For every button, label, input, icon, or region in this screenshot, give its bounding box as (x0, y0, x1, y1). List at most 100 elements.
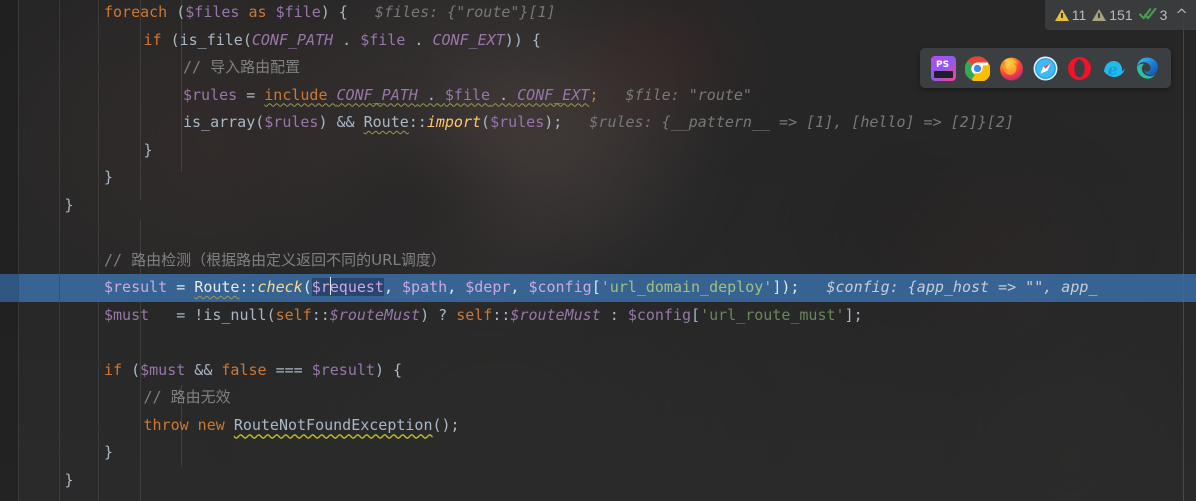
code-token: $file (360, 30, 406, 49)
svg-text:PS: PS (936, 60, 949, 70)
code-line[interactable]: throw new RouteNotFoundException(); (144, 412, 1196, 440)
code-token: $files (185, 3, 240, 21)
code-token: $config: {app_host => "", app_ (799, 278, 1098, 296)
code-token: )) { (504, 30, 541, 49)
code-token: // (143, 388, 171, 406)
code-token: . (405, 30, 433, 49)
code-token: ); (544, 113, 563, 131)
code-token: ) { (320, 3, 348, 21)
code-token: if (143, 30, 162, 49)
code-token: } (64, 195, 74, 214)
code-token: Route (363, 113, 409, 131)
code-token: $files: {"route"}[1] (347, 3, 556, 21)
code-token: ) && (318, 113, 364, 131)
code-line[interactable]: if ($must && false === $result) { (104, 357, 1196, 385)
inspection-widget[interactable]: 11 151 3 ^ (1044, 0, 1196, 30)
code-token: . (417, 85, 445, 104)
code-token: $routeMust (329, 305, 421, 324)
code-token: 'url_route_must' (700, 305, 845, 324)
code-token: ( (161, 30, 180, 49)
code-token: 导入路由配置 (210, 58, 301, 76)
code-line[interactable]: is_array($rules) && Route::import($rules… (183, 109, 1196, 137)
code-token: ( (302, 278, 312, 296)
code-token: RouteNotFoundException (233, 415, 433, 434)
chevron-up-icon[interactable]: ^ (1175, 7, 1188, 23)
green-double-check-icon (1138, 7, 1157, 24)
code-token: : (600, 305, 628, 324)
edge-icon[interactable] (1135, 56, 1160, 81)
code-token: $rules (183, 85, 238, 104)
code-token: && (185, 360, 222, 379)
code-token: self (275, 305, 312, 324)
code-token: throw new (143, 415, 234, 434)
code-line[interactable]: } (65, 192, 1196, 220)
code-line[interactable]: } (144, 137, 1196, 165)
ok-indicator[interactable]: 3 (1138, 7, 1167, 24)
code-token: $file (444, 85, 491, 104)
code-token: $depr (465, 278, 511, 296)
code-line[interactable]: foreach ($files as $file) { $files: {"ro… (104, 0, 1196, 27)
code-token: } (64, 470, 74, 489)
code-token: :: (492, 305, 511, 324)
code-token: is_array (183, 113, 256, 131)
code-token: ( (167, 3, 186, 21)
code-token: $file (275, 3, 321, 21)
weak-warning-triangle-icon (1092, 9, 1107, 21)
code-token: = (167, 278, 195, 296)
code-token: === (266, 360, 312, 379)
safari-icon[interactable] (1033, 56, 1058, 81)
code-token: $file: "route" (598, 85, 752, 104)
code-token: [ (691, 305, 701, 324)
weak-warnings-count: 151 (1109, 7, 1133, 23)
code-token: . (490, 85, 518, 104)
code-line[interactable]: $must = !is_null(self::$routeMust) ? sel… (104, 302, 1196, 330)
code-token: if (104, 360, 123, 379)
warning-triangle-icon (1054, 9, 1069, 21)
code-token: } (143, 140, 153, 159)
code-line[interactable] (25, 329, 1196, 357)
svg-text:e: e (1108, 59, 1118, 78)
code-token: (); (432, 415, 460, 434)
code-token: include (264, 85, 337, 104)
code-token: CONF_EXT (432, 30, 505, 49)
chrome-icon[interactable] (964, 56, 991, 82)
warnings-count: 11 (1071, 7, 1087, 23)
code-token: false (221, 360, 267, 379)
firefox-icon[interactable] (999, 56, 1024, 81)
code-line[interactable]: $result = Route::check($request, $path, … (104, 274, 1196, 302)
code-line[interactable]: } (104, 164, 1196, 192)
code-line[interactable]: // 路由无效 (144, 384, 1196, 412)
code-token: foreach (104, 3, 168, 21)
internet-explorer-icon[interactable]: e (1101, 56, 1126, 81)
code-line[interactable]: } (65, 467, 1196, 495)
code-token: $result (311, 360, 375, 379)
code-line[interactable]: } (104, 439, 1196, 467)
code-token: CONF_EXT (517, 85, 590, 104)
code-token: ( (266, 305, 276, 324)
code-line[interactable] (25, 219, 1196, 247)
code-token: import (426, 113, 482, 131)
code-token: 'url_domain_deploy' (600, 278, 773, 296)
code-token: Route (194, 278, 240, 296)
code-token: // (104, 250, 132, 269)
code-token: $must (104, 305, 150, 324)
code-token: $result (104, 278, 168, 296)
opera-icon[interactable] (1067, 56, 1092, 81)
code-token: $rules: {__pattern__ => [1], [hello] => … (562, 113, 1014, 131)
browser-preview-popup[interactable]: PS e (920, 48, 1171, 88)
warnings-indicator[interactable]: 11 (1054, 7, 1087, 23)
code-token: $routeMust (510, 305, 601, 324)
code-token: :: (311, 305, 330, 324)
ide-editor-window: foreach ($files as $file) { $files: {"ro… (0, 0, 1196, 501)
code-token: ( (242, 30, 252, 49)
code-token: } (104, 443, 114, 461)
code-token: ( (255, 113, 265, 131)
phpstorm-icon[interactable]: PS (931, 55, 956, 81)
code-token: $request (311, 277, 384, 296)
code-token: $rules (490, 113, 545, 131)
weak-warnings-indicator[interactable]: 151 (1092, 7, 1133, 23)
code-token: 路由无效 (170, 388, 231, 406)
code-token: ( (481, 113, 491, 131)
code-token: ) { (374, 360, 403, 379)
code-line[interactable]: // 路由检测（根据路由定义返回不同的URL调度） (104, 247, 1196, 275)
